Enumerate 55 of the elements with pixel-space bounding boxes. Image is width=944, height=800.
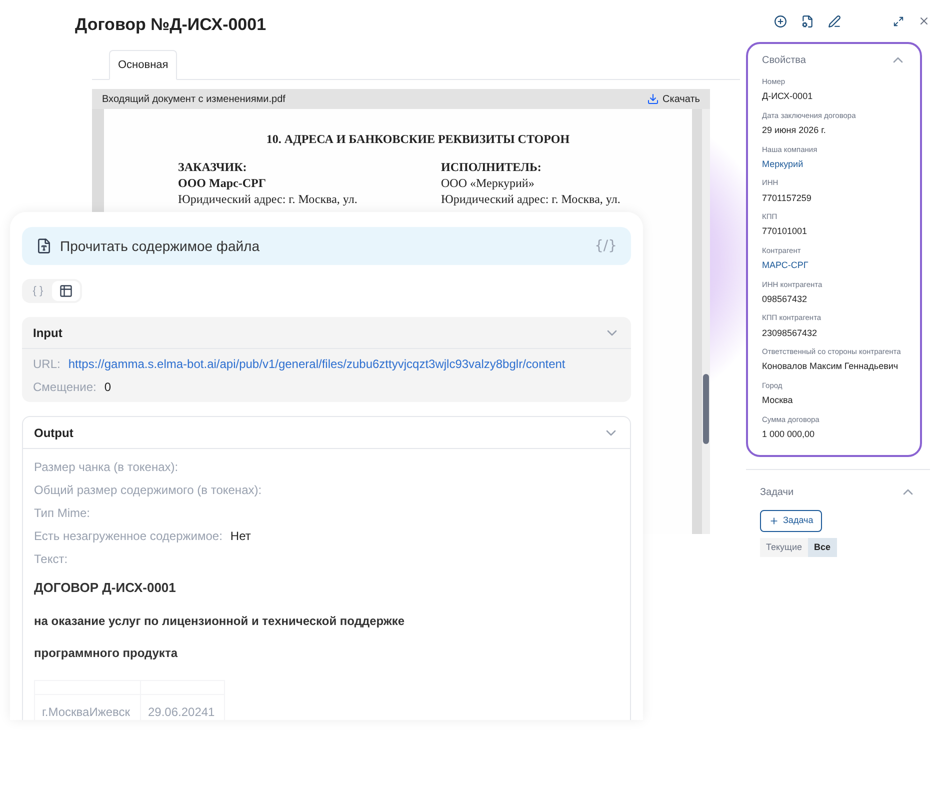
document-text: ДОГОВОР Д-ИСХ-0001	[34, 579, 177, 597]
section-title: Задачи	[760, 486, 794, 500]
param-value: 0	[104, 379, 112, 396]
filter-tab[interactable]: Текущие	[760, 538, 808, 558]
party-company: ООО «Меркурий»	[441, 175, 536, 191]
field-value: 1 000 000,00	[762, 428, 816, 441]
param-label: Есть незагруженное содержимое:	[34, 528, 222, 544]
field-value: 7701157259	[762, 192, 812, 204]
close-icon[interactable]	[918, 15, 930, 27]
param-label: URL:	[33, 356, 60, 373]
field-value: 23098567432	[762, 326, 818, 340]
param-label: Текст:	[34, 550, 68, 568]
section-title: Input	[33, 324, 62, 342]
field-value: Коновалов Максим Геннадьевич	[762, 360, 900, 374]
table-icon	[59, 284, 73, 298]
party-company: ООО Марс-СРГ	[178, 175, 267, 191]
party-role: ИСПОЛНИТЕЛЬ:	[441, 159, 542, 175]
party-address: Юридический адрес: г. Москва, ул.	[178, 191, 358, 207]
field-link[interactable]: Меркурий	[762, 158, 906, 172]
party-address: Юридический адрес: г. Москва, ул.	[441, 191, 622, 207]
section-title: Output	[34, 424, 74, 442]
param-value: Нет	[230, 528, 251, 544]
download-icon	[646, 93, 658, 105]
field-value: Д-ИСХ-0001	[762, 90, 814, 104]
param-label: Размер чанка (в токенах):	[34, 458, 178, 476]
field-value: 770101001	[762, 225, 808, 238]
param-label: Тип Mime:	[34, 504, 90, 522]
plus-icon	[769, 516, 779, 526]
add-icon[interactable]	[774, 14, 787, 28]
field-value: 29 июня 2026 г.	[762, 124, 827, 137]
field-link[interactable]: МАРС-СРГ	[762, 259, 906, 272]
tool-title: Прочитать содержимое файла	[60, 236, 260, 256]
field-value: Москва	[762, 394, 794, 407]
party-role: ЗАКАЗЧИК:	[178, 159, 248, 175]
table-view-button[interactable]	[52, 281, 80, 301]
document-text: программного продукта	[34, 644, 179, 662]
param-label: Общий размер содержимого (в токенах):	[34, 482, 262, 498]
add-task-button[interactable]: Задача	[760, 510, 822, 532]
url-link[interactable]: https://gamma.s.elma-bot.ai/api/pub/v1/general/files/zubu6zttyvjcqzt3wjlc93valzy8bglr/content	[68, 355, 566, 373]
code-symbol: {/}	[594, 236, 617, 256]
pen-icon[interactable]	[828, 14, 841, 28]
file-name: Входящий документ с изменениями.pdf	[102, 92, 286, 106]
file-text-icon	[36, 238, 52, 254]
section-title: Свойства	[762, 54, 806, 68]
expand-icon[interactable]	[893, 16, 904, 26]
tab[interactable]: Основная	[109, 50, 178, 80]
document-text: на оказание услуг по лицензионной и технической поддержке	[34, 612, 406, 630]
document-heading: 10. АДРЕСА И БАНКОВСКИЕ РЕКВИЗИТЫ СТОРОН	[265, 131, 571, 147]
field-value: 098567432	[762, 292, 808, 306]
download-button[interactable]: Скачать	[646, 92, 700, 106]
table-cell: г.МоскваИжевск	[34, 694, 140, 720]
param-label: Смещение:	[33, 379, 96, 396]
filter-tab[interactable]: Все	[808, 538, 836, 558]
window-title: Договор №Д-ИСХ-0001	[75, 14, 268, 36]
document-settings-icon[interactable]	[801, 14, 814, 28]
